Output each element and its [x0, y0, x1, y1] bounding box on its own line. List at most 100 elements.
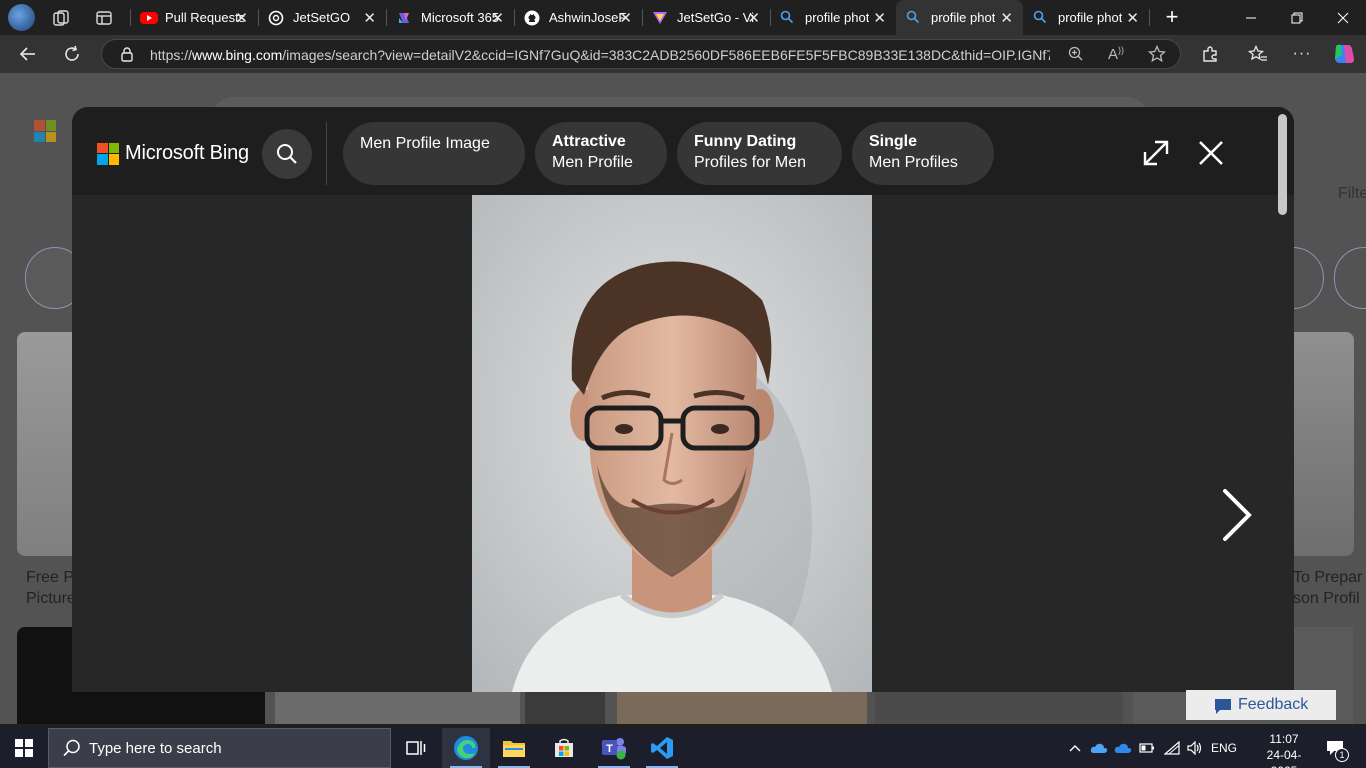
language-indicator[interactable]: ENG	[1208, 728, 1240, 768]
expand-button[interactable]	[1134, 127, 1178, 179]
task-view-button[interactable]	[392, 728, 440, 768]
bg-caption-line: son Profil	[1293, 590, 1360, 607]
taskbar-edge[interactable]	[442, 728, 490, 768]
tab-4[interactable]: JetSetGo - Vi ✕	[642, 0, 770, 35]
back-button[interactable]	[13, 39, 43, 69]
related-chip-0[interactable]: Men Profile Image	[343, 122, 525, 185]
notification-center-button[interactable]: 1	[1320, 728, 1350, 768]
close-icon[interactable]: ✕	[363, 9, 376, 27]
edge-icon	[454, 736, 478, 760]
profile-avatar[interactable]	[8, 4, 35, 31]
bg-caption-line: Free P	[26, 569, 75, 586]
image-viewer	[72, 195, 1294, 692]
tab-2[interactable]: Microsoft 365 ✕	[386, 0, 514, 35]
tab-6-active[interactable]: profile photo ✕	[896, 0, 1023, 35]
window-close-button[interactable]	[1320, 0, 1366, 35]
bg-chip-right-2	[1334, 247, 1366, 309]
github-icon	[524, 10, 540, 26]
microsoft-logo-icon	[97, 142, 119, 165]
speaker-volume-icon[interactable]	[1184, 728, 1206, 768]
close-icon[interactable]: ✕	[1126, 9, 1139, 27]
url-domain: www.bing.com	[192, 47, 283, 63]
copilot-icon	[396, 10, 412, 26]
feedback-button[interactable]: Feedback	[1186, 690, 1336, 720]
close-icon[interactable]: ✕	[235, 9, 248, 27]
bg-filter-label: Filte	[1338, 185, 1366, 202]
tab-actions-icon[interactable]	[95, 9, 113, 27]
address-bar[interactable]: https://www.bing.com/images/search?view=…	[101, 39, 1181, 69]
tray-overflow-chevron-up-icon[interactable]	[1064, 728, 1086, 768]
bing-logo[interactable]: Microsoft Bing	[97, 142, 249, 165]
vercel-icon	[652, 10, 668, 26]
tab-label: profile photo	[805, 10, 869, 25]
tab-3[interactable]: AshwinJoseF ✕	[514, 0, 642, 35]
bg-thumbnail-row2	[875, 692, 1123, 724]
taskbar-vscode[interactable]	[638, 728, 686, 768]
tab-1[interactable]: JetSetGO ✕	[258, 0, 386, 35]
close-icon[interactable]: ✕	[747, 9, 760, 27]
tab-5[interactable]: profile photo ✕	[770, 0, 896, 35]
restore-button[interactable]	[1274, 0, 1320, 35]
openai-icon	[268, 10, 284, 26]
windows-logo-icon	[15, 739, 33, 757]
chip-text: Men Profile	[552, 154, 633, 171]
taskbar-teams[interactable]: T	[590, 728, 638, 768]
main-image[interactable]	[472, 195, 872, 692]
taskbar-store[interactable]	[540, 728, 588, 768]
bing-search-icon	[780, 10, 796, 26]
workspaces-icon[interactable]	[52, 9, 70, 27]
refresh-button[interactable]	[57, 39, 87, 69]
close-icon	[1199, 141, 1223, 165]
zoom-icon[interactable]	[1068, 46, 1084, 67]
notification-count-badge: 1	[1335, 748, 1349, 762]
modal-search-button[interactable]	[262, 129, 312, 179]
new-tab-button[interactable]: +	[1160, 5, 1184, 29]
taskbar-file-explorer[interactable]	[490, 728, 538, 768]
tab-label: profile photo	[1058, 10, 1122, 25]
clock-date: 24-04-2025	[1266, 748, 1302, 768]
tab-7[interactable]: profile photo ✕	[1023, 0, 1149, 35]
related-chip-2[interactable]: Funny Dating Profiles for Men	[677, 122, 842, 185]
favorite-star-icon[interactable]	[1147, 44, 1167, 68]
close-icon[interactable]: ✕	[1000, 9, 1013, 27]
taskbar-clock[interactable]: 11:07 24-04-2025	[1254, 731, 1314, 768]
close-modal-button[interactable]	[1189, 127, 1233, 179]
onedrive-cloud-icon[interactable]	[1088, 728, 1110, 768]
read-aloud-icon[interactable]: A))	[1108, 45, 1124, 63]
bg-caption-line: To Prepar	[1293, 569, 1363, 586]
url-text: https://www.bing.com/images/search?view=…	[150, 47, 1050, 63]
minimize-button[interactable]	[1228, 0, 1274, 35]
expand-icon	[1143, 140, 1169, 166]
bg-thumbnail-row2	[525, 692, 605, 724]
tab-0[interactable]: Pull Requests ✕	[130, 0, 258, 35]
lock-icon[interactable]	[120, 47, 134, 67]
start-button[interactable]	[0, 728, 48, 768]
favorites-icon[interactable]	[1243, 39, 1273, 69]
bg-caption-line: Picture	[26, 590, 76, 607]
bg-thumbnail-row2	[275, 692, 520, 724]
search-icon	[277, 144, 297, 164]
taskbar-search-box[interactable]: Type here to search	[48, 728, 391, 768]
close-icon[interactable]: ✕	[619, 9, 632, 27]
more-menu-icon[interactable]: ···	[1287, 39, 1317, 69]
tab-label: profile photo	[931, 10, 995, 25]
image-detail-modal: Microsoft Bing Men Profile Image Attract…	[72, 107, 1294, 692]
related-chip-1[interactable]: Attractive Men Profile	[535, 122, 667, 185]
copilot-icon[interactable]	[1329, 39, 1359, 69]
close-icon[interactable]: ✕	[873, 9, 886, 27]
wifi-icon[interactable]	[1160, 728, 1184, 768]
onedrive-personal-icon[interactable]	[1112, 728, 1134, 768]
bing-search-icon	[906, 10, 922, 26]
feedback-icon	[1215, 699, 1231, 714]
modal-scrollbar-thumb[interactable]	[1278, 114, 1287, 215]
bing-search-icon	[1033, 10, 1049, 26]
logo-square-red	[97, 142, 108, 153]
url-path: /images/search?view=detailV2&ccid=IGNf7G…	[282, 47, 1050, 63]
extensions-icon[interactable]	[1195, 39, 1225, 69]
battery-icon[interactable]	[1136, 728, 1158, 768]
chip-bold-text: Single	[869, 133, 918, 150]
related-chip-3[interactable]: Single Men Profiles	[852, 122, 994, 185]
close-icon[interactable]: ✕	[491, 9, 504, 27]
next-image-button[interactable]	[1217, 485, 1257, 545]
browser-toolbar: https://www.bing.com/images/search?view=…	[0, 35, 1366, 73]
